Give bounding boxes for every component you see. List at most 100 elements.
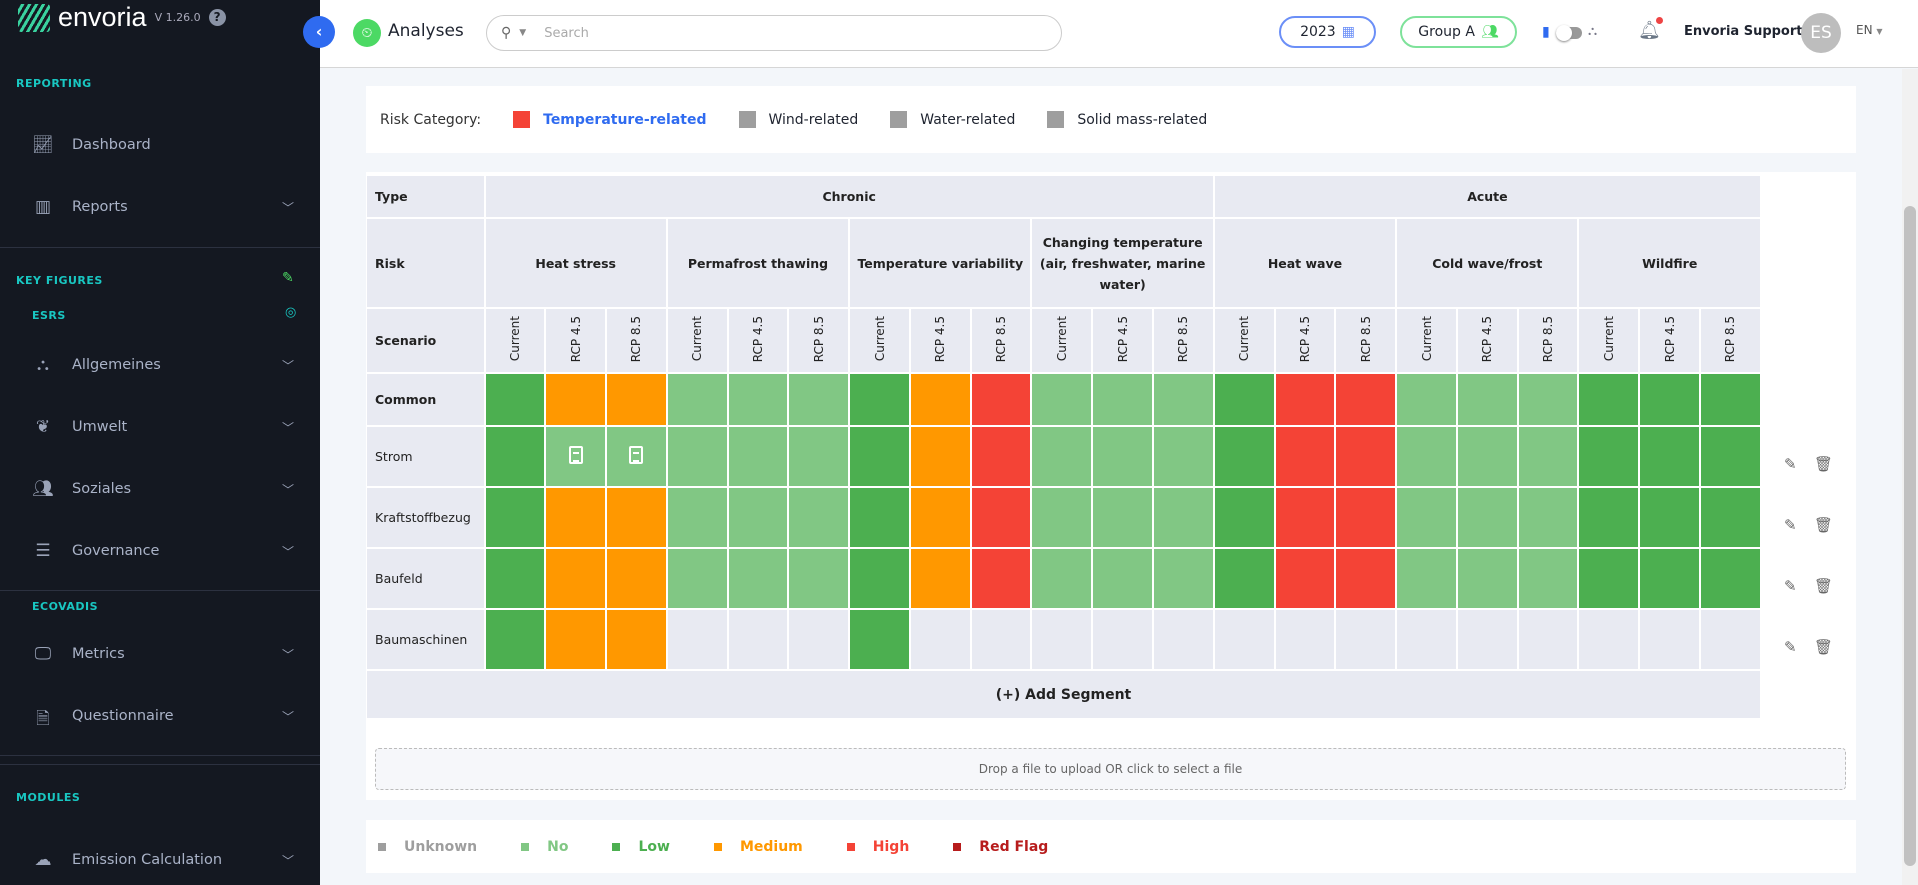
- trash-icon[interactable]: 🗑︎: [1814, 516, 1833, 534]
- risk-cell[interactable]: [1457, 374, 1517, 425]
- risk-cell[interactable]: [728, 427, 788, 486]
- risk-cell[interactable]: [1336, 488, 1396, 547]
- risk-cell[interactable]: [1640, 374, 1699, 425]
- risk-category-wind[interactable]: Wind-related: [738, 111, 858, 128]
- risk-cell[interactable]: [1579, 549, 1639, 608]
- risk-cell[interactable]: [1397, 549, 1456, 608]
- risk-cell[interactable]: [1275, 374, 1335, 425]
- risk-cell[interactable]: [667, 610, 727, 669]
- sidebar-item-soziales[interactable]: 👥︎ Soziales ﹀: [32, 479, 294, 499]
- risk-cell[interactable]: [1214, 488, 1274, 547]
- risk-cell[interactable]: [728, 610, 788, 669]
- risk-cell[interactable]: [1397, 374, 1456, 425]
- target-icon[interactable]: ◎: [285, 305, 296, 320]
- risk-cell[interactable]: [1336, 427, 1396, 486]
- risk-cell[interactable]: [1397, 488, 1456, 547]
- risk-cell[interactable]: [1700, 374, 1760, 425]
- risk-cell[interactable]: [1093, 374, 1152, 425]
- edit-icon[interactable]: ✎: [1784, 577, 1797, 595]
- sidebar-item-governance[interactable]: ☰ Governance ﹀: [32, 541, 294, 561]
- risk-cell[interactable]: [1336, 374, 1396, 425]
- risk-cell[interactable]: [1457, 610, 1517, 669]
- risk-cell[interactable]: [1518, 549, 1578, 608]
- risk-cell[interactable]: [1153, 427, 1213, 486]
- trash-icon[interactable]: 🗑︎: [1814, 638, 1833, 656]
- risk-cell[interactable]: [1214, 549, 1274, 608]
- risk-cell[interactable]: [1214, 610, 1274, 669]
- risk-cell[interactable]: [728, 374, 788, 425]
- risk-cell[interactable]: [1093, 488, 1152, 547]
- risk-cell[interactable]: [1032, 549, 1092, 608]
- risk-cell[interactable]: [1214, 374, 1274, 425]
- sidebar-item-reports[interactable]: ▥ Reports ﹀: [32, 197, 294, 217]
- risk-cell[interactable]: [910, 610, 970, 669]
- risk-cell[interactable]: [1275, 610, 1335, 669]
- risk-cell[interactable]: [1336, 549, 1396, 608]
- risk-cell[interactable]: [546, 549, 606, 608]
- risk-cell[interactable]: [607, 374, 666, 425]
- year-selector[interactable]: 2023 ▦: [1279, 16, 1376, 48]
- risk-cell[interactable]: [910, 374, 970, 425]
- edit-icon[interactable]: ✎: [1784, 516, 1797, 534]
- risk-cell[interactable]: [910, 427, 970, 486]
- risk-cell[interactable]: [1457, 488, 1517, 547]
- help-icon[interactable]: ?: [208, 9, 226, 26]
- risk-cell[interactable]: [1214, 427, 1274, 486]
- risk-cell[interactable]: [1397, 610, 1456, 669]
- risk-cell[interactable]: [850, 427, 909, 486]
- scrollbar[interactable]: [1902, 69, 1918, 885]
- user-name[interactable]: Envoria Support: [1684, 24, 1803, 39]
- risk-cell[interactable]: [728, 488, 788, 547]
- risk-cell[interactable]: [1032, 488, 1092, 547]
- risk-cell[interactable]: [1093, 427, 1152, 486]
- risk-cell[interactable]: [546, 374, 606, 425]
- risk-cell[interactable]: [1579, 374, 1639, 425]
- risk-cell[interactable]: [910, 488, 970, 547]
- risk-cell[interactable]: [971, 549, 1031, 608]
- risk-cell[interactable]: [1518, 610, 1578, 669]
- risk-cell[interactable]: [1700, 488, 1760, 547]
- risk-cell[interactable]: [1032, 427, 1092, 486]
- risk-cell[interactable]: [1518, 427, 1578, 486]
- risk-cell[interactable]: [485, 610, 545, 669]
- risk-cell[interactable]: [1640, 488, 1699, 547]
- trash-icon[interactable]: 🗑︎: [1814, 577, 1833, 595]
- sidebar-item-dashboard[interactable]: 📈︎ Dashboard: [32, 135, 294, 155]
- sidebar-item-questionnaire[interactable]: 🗎︎ Questionnaire ﹀: [32, 706, 294, 729]
- risk-cell[interactable]: [850, 374, 909, 425]
- risk-cell[interactable]: [789, 610, 849, 669]
- risk-cell[interactable]: [850, 610, 909, 669]
- risk-cell[interactable]: [1275, 427, 1335, 486]
- risk-cell[interactable]: [1032, 374, 1092, 425]
- search-filter-dropdown[interactable]: ▼: [519, 28, 526, 38]
- view-toggle[interactable]: [1556, 25, 1582, 41]
- scrollbar-thumb[interactable]: [1904, 206, 1916, 866]
- risk-cell[interactable]: [607, 427, 666, 486]
- risk-cell[interactable]: [1457, 427, 1517, 486]
- risk-cell[interactable]: [667, 488, 727, 547]
- sidebar-item-umwelt[interactable]: ❦ Umwelt ﹀: [32, 417, 294, 437]
- risk-cell[interactable]: [1275, 488, 1335, 547]
- risk-cell[interactable]: [1640, 549, 1699, 608]
- risk-category-solid-mass[interactable]: Solid mass-related: [1047, 111, 1207, 128]
- risk-cell[interactable]: [850, 549, 909, 608]
- risk-cell[interactable]: [1518, 488, 1578, 547]
- risk-category-water[interactable]: Water-related: [890, 111, 1015, 128]
- risk-cell[interactable]: [1640, 610, 1699, 669]
- collapse-sidebar-button[interactable]: ‹: [303, 16, 335, 48]
- file-dropzone[interactable]: Drop a file to upload OR click to select…: [375, 748, 1846, 790]
- clipboard-icon[interactable]: [629, 446, 644, 464]
- risk-cell[interactable]: [607, 488, 666, 547]
- risk-cell[interactable]: [1397, 427, 1456, 486]
- risk-cell[interactable]: [485, 374, 545, 425]
- risk-cell[interactable]: [971, 610, 1031, 669]
- risk-cell[interactable]: [607, 549, 666, 608]
- add-segment-button[interactable]: (+) Add Segment: [367, 671, 1760, 718]
- risk-cell[interactable]: [667, 427, 727, 486]
- risk-cell[interactable]: [1153, 610, 1213, 669]
- risk-cell[interactable]: [789, 427, 849, 486]
- risk-cell[interactable]: [789, 374, 849, 425]
- risk-cell[interactable]: [667, 374, 727, 425]
- risk-cell[interactable]: [546, 427, 606, 486]
- risk-cell[interactable]: [789, 488, 849, 547]
